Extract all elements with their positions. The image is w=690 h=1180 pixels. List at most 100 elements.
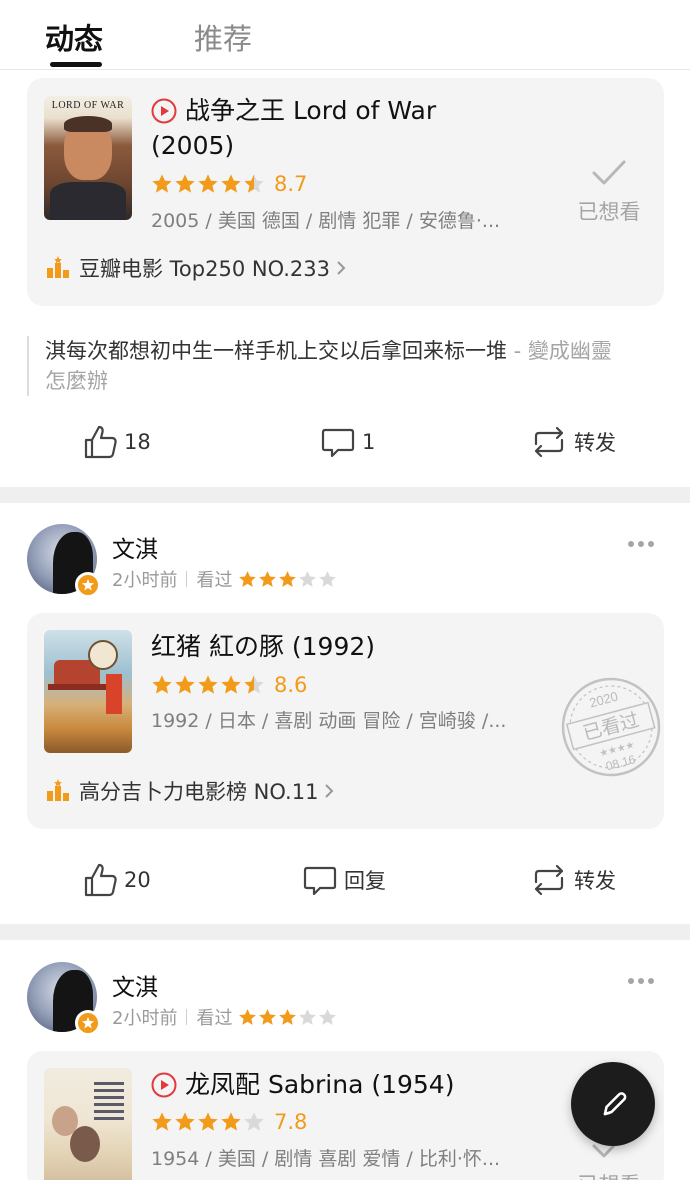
share-icon (534, 864, 564, 896)
star-filled-icon (175, 675, 195, 694)
star-filled-icon (175, 174, 195, 193)
reply-button[interactable]: 回复 (302, 858, 386, 902)
share-icon (534, 426, 564, 458)
movie-rating: 8.6 (151, 673, 307, 697)
username[interactable]: 文淇 (112, 530, 158, 564)
reply-label: 回复 (344, 869, 386, 893)
comment-count: 1 (362, 430, 376, 454)
comment-button[interactable]: 1 (320, 420, 375, 464)
star-filled-icon (259, 1008, 277, 1025)
post-actions: 18 1 转发 (0, 420, 690, 464)
post-time: 2小时前 (112, 1008, 178, 1029)
star-filled-icon (279, 570, 297, 587)
star-filled-icon (198, 174, 218, 193)
stamp-year: 2020 (588, 688, 620, 710)
badge-icon (75, 1010, 101, 1036)
movie-card[interactable]: LORD OF WAR 战争之王 Lord of War (2005) 8.7 … (27, 78, 664, 306)
share-button[interactable]: 转发 (530, 858, 616, 902)
chevron-right-icon (337, 261, 346, 275)
poster-actor-2 (70, 1126, 100, 1162)
movie-meta: 2005 / 美国 德国 / 剧情 犯罪 / 安德鲁·... (151, 210, 501, 232)
badge-icon (75, 572, 101, 598)
star-filled-icon (239, 1008, 257, 1025)
movie-title[interactable]: 战争之王 Lord of War (2005) (151, 93, 471, 163)
poster-text-lines (94, 1082, 124, 1122)
comment-icon (303, 866, 337, 896)
movie-rating: 7.8 (151, 1110, 307, 1134)
movie-meta: 1954 / 美国 / 剧情 喜剧 爱情 / 比利·怀... (151, 1148, 501, 1170)
username[interactable]: 文淇 (112, 968, 158, 1002)
movie-title[interactable]: 红猪 紅の豚 (1992) (151, 629, 471, 664)
comment-icon (321, 428, 355, 458)
star-empty-icon (299, 1008, 317, 1025)
post-meta: 2小时前 看过 (112, 1005, 338, 1029)
watch-status: 看过 (196, 1008, 233, 1029)
tab-active-indicator (50, 62, 102, 67)
movie-score: 8.7 (274, 172, 308, 196)
star-filled-icon (239, 570, 257, 587)
quote-text: 淇每次都想初中生一样手机上交以后拿回来标一堆 (45, 339, 507, 363)
movie-title[interactable]: 龙凤配 Sabrina (1954) (151, 1067, 481, 1102)
star-rating (151, 674, 266, 696)
star-filled-icon (279, 1008, 297, 1025)
star-half-icon (244, 675, 264, 694)
star-filled-icon (198, 675, 218, 694)
star-filled-icon (152, 174, 172, 193)
star-filled-icon (152, 675, 172, 694)
share-label: 转发 (574, 869, 616, 893)
ranking-link[interactable]: 高分吉卜力电影榜 NO.11 (45, 777, 334, 805)
star-empty-icon (319, 1008, 337, 1025)
like-count: 18 (124, 430, 151, 454)
movie-card[interactable]: 龙凤配 Sabrina (1954) 7.8 1954 / 美国 / 剧情 喜剧… (27, 1051, 664, 1180)
share-button[interactable]: 转发 (530, 420, 616, 464)
want-to-watch-button[interactable]: 已想看 (574, 158, 644, 226)
check-icon (592, 160, 626, 185)
ranking-icon (47, 779, 69, 801)
movie-poster[interactable] (44, 1068, 132, 1180)
star-empty-icon (319, 570, 337, 587)
post-meta: 2小时前 看过 (112, 567, 338, 591)
movie-score: 7.8 (274, 1110, 308, 1134)
feed-separator (0, 487, 690, 503)
tab-feed[interactable]: 动态 (45, 16, 103, 58)
ranking-link[interactable]: 豆瓣电影 Top250 NO.233 (45, 254, 346, 282)
poster-title-block (106, 674, 122, 714)
movie-score: 8.6 (274, 673, 308, 697)
ranking-label: 豆瓣电影 Top250 NO.233 (79, 257, 331, 281)
like-button[interactable]: 18 (82, 420, 151, 464)
poster-hair (64, 116, 112, 132)
star-empty-icon (244, 1112, 264, 1131)
ranking-icon (47, 256, 69, 278)
more-icon[interactable] (628, 978, 658, 984)
movie-meta: 1992 / 日本 / 喜剧 动画 冒险 / 宫崎骏 /... (151, 710, 507, 732)
poster-pilot (88, 640, 118, 670)
star-half-icon (244, 174, 264, 193)
top-tab-bar: 动态 推荐 (0, 0, 690, 70)
star-filled-icon (259, 570, 277, 587)
meta-divider (186, 1009, 188, 1025)
star-filled-icon (221, 675, 241, 694)
movie-poster[interactable] (44, 630, 132, 753)
feed-separator (0, 924, 690, 940)
like-icon (84, 863, 117, 897)
star-filled-icon (221, 174, 241, 193)
more-icon[interactable] (628, 541, 658, 547)
tab-recommend[interactable]: 推荐 (194, 16, 252, 58)
watched-stamp: 2020 已看过 ★★★★ 08.16 (561, 677, 661, 777)
like-button[interactable]: 20 (82, 858, 151, 902)
post-time: 2小时前 (112, 570, 178, 591)
like-count: 20 (124, 868, 151, 892)
chevron-right-icon (325, 784, 334, 798)
compose-button[interactable] (571, 1062, 655, 1146)
star-filled-icon (152, 1112, 172, 1131)
user-rating (238, 1008, 338, 1027)
user-rating (238, 570, 338, 589)
movie-poster[interactable]: LORD OF WAR (44, 96, 132, 220)
ranking-label: 高分吉卜力电影榜 NO.11 (79, 780, 319, 804)
star-rating (151, 1111, 266, 1133)
star-rating (151, 173, 266, 195)
pen-icon (603, 1092, 627, 1116)
like-icon (84, 425, 117, 459)
post-quote: 淇每次都想初中生一样手机上交以后拿回来标一堆 - 變成幽靈怎麼辦 (27, 336, 627, 396)
watch-status: 看过 (196, 570, 233, 591)
